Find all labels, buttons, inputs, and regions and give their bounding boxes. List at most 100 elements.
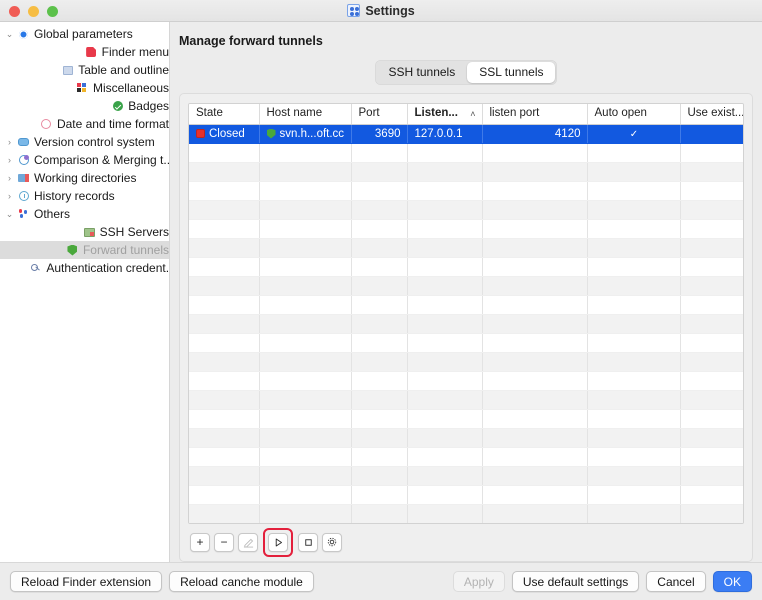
chevron-down-icon[interactable]: ⌄ (3, 25, 16, 43)
tunnels-table-body[interactable]: Closed svn.h...oft.cc 3690 127.0.0.1 4120 ✓ (189, 124, 743, 523)
empty-cell (259, 162, 352, 182)
empty-cell (407, 181, 483, 201)
column-header-host-name[interactable]: Host name (259, 104, 352, 125)
state-label: Closed (209, 127, 245, 140)
sidebar-item-authentication-credent[interactable]: Authentication credent... (0, 259, 169, 277)
chevron-down-icon[interactable]: ⌄ (3, 205, 16, 223)
minimize-window-button[interactable] (28, 5, 39, 17)
sidebar-item-history-records[interactable]: › History records (0, 187, 169, 205)
table-empty-row[interactable] (189, 466, 743, 486)
table-empty-row[interactable] (189, 390, 743, 410)
use-default-settings-button[interactable]: Use default settings (511, 571, 640, 592)
empty-cell (189, 485, 260, 505)
empty-cell (482, 200, 588, 220)
chevron-right-icon[interactable]: › (3, 169, 16, 187)
chevron-right-icon[interactable]: › (3, 187, 16, 205)
close-window-button[interactable] (9, 5, 20, 17)
table-empty-row[interactable] (189, 276, 743, 296)
empty-cell (680, 390, 743, 410)
sidebar-item-miscellaneous[interactable]: Miscellaneous (0, 79, 169, 97)
tunnels-table[interactable]: State Host name Port Listen... ˄ listen port A… (189, 104, 743, 523)
cell-use-existing[interactable] (680, 124, 743, 144)
table-empty-row[interactable] (189, 295, 743, 315)
column-header-label: Listen... (414, 107, 458, 120)
table-empty-row[interactable] (189, 143, 743, 163)
table-empty-row[interactable] (189, 181, 743, 201)
sidebar-item-others[interactable]: ⌄ Others (0, 205, 169, 223)
empty-cell (407, 276, 483, 296)
stop-button[interactable] (298, 532, 318, 552)
table-empty-row[interactable] (189, 162, 743, 182)
sidebar-item-table-and-outline[interactable]: Table and outline (0, 61, 169, 79)
sidebar-item-comparison-merging-t[interactable]: › Comparison & Merging t... (0, 151, 169, 169)
apply-button[interactable]: Apply (452, 571, 505, 592)
cell-listen-address[interactable]: 127.0.0.1 (407, 124, 483, 144)
empty-cell (587, 276, 681, 296)
column-header-label: Port (358, 107, 380, 120)
reload-cache-module-button[interactable]: Reload canche module (169, 571, 314, 592)
table-empty-row[interactable] (189, 333, 743, 353)
table-empty-row[interactable] (189, 428, 743, 448)
sidebar-item-working-directories[interactable]: › Working directories (0, 169, 169, 187)
sidebar-item-date-and-time-format[interactable]: Date and time format (0, 115, 169, 133)
table-empty-row[interactable] (189, 219, 743, 239)
table-empty-row[interactable] (189, 409, 743, 429)
tunnels-table-container[interactable]: State Host name Port Listen... ˄ listen port A… (188, 103, 744, 524)
chevron-right-icon[interactable]: › (3, 151, 16, 169)
table-icon (60, 65, 75, 75)
ok-button[interactable]: OK (712, 571, 752, 592)
cell-port[interactable]: 3690 (351, 124, 408, 144)
settings-sidebar[interactable]: ⌄ Global parameters Finder menu Table and o… (0, 22, 170, 562)
empty-cell (587, 447, 681, 467)
zoom-window-button[interactable] (47, 5, 58, 17)
empty-cell (680, 257, 743, 277)
cell-listen-port[interactable]: 4120 (482, 124, 588, 144)
table-empty-row[interactable] (189, 447, 743, 467)
sidebar-item-version-control-system[interactable]: › Version control system (0, 133, 169, 151)
add-button[interactable]: + (190, 532, 210, 552)
start-button[interactable] (268, 532, 288, 552)
column-header-listen[interactable]: Listen... ˄ (407, 104, 483, 125)
table-empty-row[interactable] (189, 257, 743, 277)
sidebar-item-label: Authentication credent... (46, 261, 169, 275)
settings-button[interactable] (322, 532, 342, 552)
table-empty-row[interactable] (189, 352, 743, 372)
tab-ssh-tunnels[interactable]: SSH tunnels (377, 62, 468, 83)
empty-cell (407, 352, 483, 372)
table-empty-row[interactable] (189, 371, 743, 391)
empty-cell (351, 447, 408, 467)
empty-cell (680, 447, 743, 467)
gear-icon (16, 29, 31, 39)
cell-state[interactable]: Closed (189, 124, 260, 144)
column-header-state[interactable]: State (189, 104, 260, 125)
column-header-port[interactable]: Port (351, 104, 408, 125)
column-header-auto-open[interactable]: Auto open (587, 104, 681, 125)
sidebar-item-label: Table and outline (78, 63, 169, 77)
column-header-use-exist[interactable]: Use exist... (680, 104, 743, 125)
table-empty-row[interactable] (189, 314, 743, 334)
table-row[interactable]: Closed svn.h...oft.cc 3690 127.0.0.1 4120 ✓ (189, 124, 743, 144)
cancel-button[interactable]: Cancel (646, 571, 706, 592)
checkmark-icon[interactable]: ✓ (630, 129, 638, 140)
empty-cell (351, 219, 408, 239)
cell-auto-open[interactable]: ✓ (587, 124, 681, 144)
table-empty-row[interactable] (189, 485, 743, 505)
table-empty-row[interactable] (189, 504, 743, 523)
empty-cell (189, 352, 260, 372)
empty-cell (351, 333, 408, 353)
sidebar-item-finder-menu[interactable]: Finder menu (0, 43, 169, 61)
sidebar-item-badges[interactable]: Badges (0, 97, 169, 115)
sidebar-item-ssh-servers[interactable]: SSH Servers (0, 223, 169, 241)
table-empty-row[interactable] (189, 238, 743, 258)
sidebar-item-global-parameters[interactable]: ⌄ Global parameters (0, 25, 169, 43)
remove-button[interactable]: − (214, 532, 234, 552)
reload-finder-extension-button[interactable]: Reload Finder extension (10, 571, 163, 592)
tab-ssl-tunnels[interactable]: SSL tunnels (467, 62, 556, 83)
tunnel-type-segmented-control[interactable]: SSH tunnels SSL tunnels (374, 60, 558, 85)
chevron-right-icon[interactable]: › (3, 133, 16, 151)
sidebar-item-forward-tunnels[interactable]: Forward tunnels (0, 241, 169, 259)
cell-host-name[interactable]: svn.h...oft.cc (259, 124, 352, 144)
table-empty-row[interactable] (189, 200, 743, 220)
column-header-listen-port[interactable]: listen port (482, 104, 588, 125)
others-dots-icon (16, 209, 31, 219)
